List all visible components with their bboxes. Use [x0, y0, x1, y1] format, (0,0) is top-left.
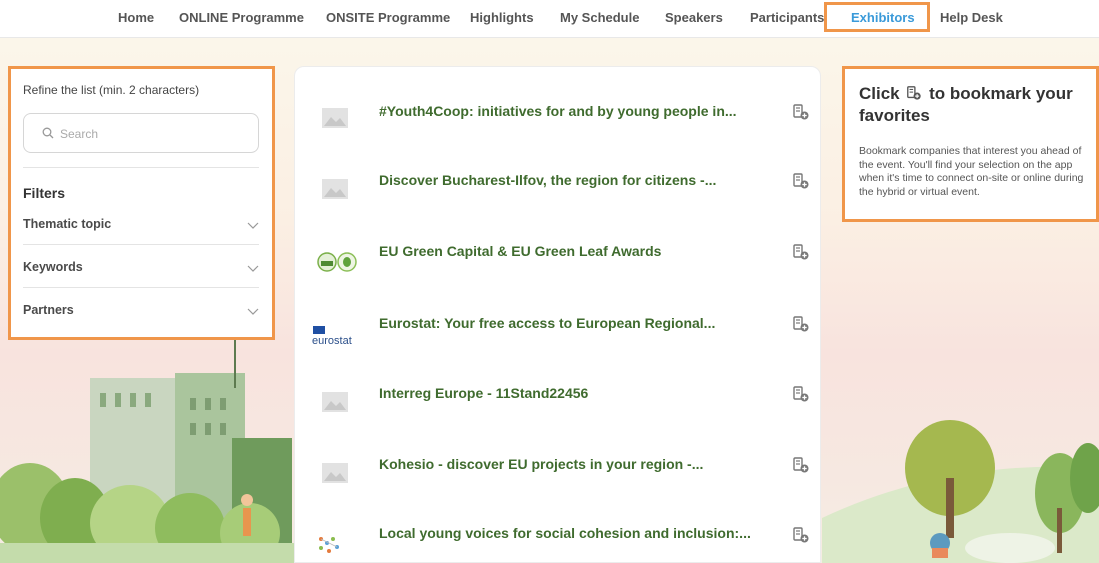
nav-speakers[interactable]: Speakers: [665, 10, 723, 25]
svg-text:eurostat: eurostat: [312, 335, 352, 347]
chevron-down-icon: [247, 308, 259, 315]
placeholder-image-icon: [322, 108, 348, 128]
bookmark-add-icon[interactable]: [792, 315, 810, 333]
list-item[interactable]: Local young voices for social cohesion a…: [295, 501, 822, 563]
filter-keywords[interactable]: Keywords: [23, 256, 259, 280]
exhibitor-title[interactable]: #Youth4Coop: initiatives for and by youn…: [379, 103, 759, 119]
bookmark-add-icon[interactable]: [792, 172, 810, 190]
active-tab-highlight: [824, 2, 930, 32]
tip-title-start: Click: [859, 84, 900, 103]
bookmark-add-icon: [907, 86, 922, 100]
filter-label: Keywords: [23, 260, 83, 274]
nav-home[interactable]: Home: [118, 10, 154, 25]
divider: [23, 167, 259, 168]
refine-label: Refine the list (min. 2 characters): [23, 83, 200, 97]
chevron-down-icon: [247, 222, 259, 229]
list-item[interactable]: Interreg Europe - 11Stand22456: [295, 359, 822, 429]
exhibitor-title[interactable]: Eurostat: Your free access to European R…: [379, 315, 759, 331]
list-item[interactable]: eurostat Eurostat: Your free access to E…: [295, 288, 822, 358]
divider: [23, 287, 259, 288]
divider: [23, 244, 259, 245]
top-navigation: Home ONLINE Programme ONSITE Programme H…: [0, 0, 1099, 38]
exhibitor-title[interactable]: Interreg Europe - 11Stand22456: [379, 385, 759, 401]
search-box[interactable]: [23, 113, 259, 153]
nav-onsite-programme[interactable]: ONSITE Programme: [326, 10, 450, 25]
filters-heading: Filters: [23, 185, 66, 201]
chevron-down-icon: [247, 265, 259, 272]
bookmark-add-icon[interactable]: [792, 456, 810, 474]
bookmark-add-icon[interactable]: [792, 385, 810, 403]
list-item[interactable]: EU Green Capital & EU Green Leaf Awards: [295, 217, 822, 287]
list-item[interactable]: Kohesio - discover EU projects in your r…: [295, 430, 822, 500]
exhibitor-title[interactable]: Discover Bucharest-Ilfov, the region for…: [379, 172, 759, 188]
filter-panel: Refine the list (min. 2 characters) Filt…: [8, 66, 275, 340]
bookmark-add-icon[interactable]: [792, 526, 810, 544]
tip-body: Bookmark companies that interest you ahe…: [859, 145, 1084, 198]
filter-thematic-topic[interactable]: Thematic topic: [23, 213, 259, 237]
filter-partners[interactable]: Partners: [23, 299, 259, 323]
placeholder-image-icon: [322, 179, 348, 199]
bookmark-tip: Click to bookmark your favorites Bookmar…: [842, 66, 1099, 222]
bookmark-add-icon[interactable]: [792, 243, 810, 261]
green-capital-logo: [317, 252, 357, 272]
tip-title: Click to bookmark your favorites: [859, 83, 1095, 127]
exhibitor-list: #Youth4Coop: initiatives for and by youn…: [294, 66, 821, 563]
exhibitor-title[interactable]: Kohesio - discover EU projects in your r…: [379, 456, 759, 472]
exhibitor-title[interactable]: EU Green Capital & EU Green Leaf Awards: [379, 243, 759, 259]
filter-label: Thematic topic: [23, 217, 112, 231]
network-dots-logo: [319, 537, 339, 553]
eurostat-logo: eurostat: [312, 326, 352, 347]
exhibitor-title[interactable]: Local young voices for social cohesion a…: [379, 525, 759, 541]
search-icon: [42, 127, 54, 139]
placeholder-image-icon: [322, 392, 348, 412]
list-item[interactable]: #Youth4Coop: initiatives for and by youn…: [295, 75, 822, 145]
nav-highlights[interactable]: Highlights: [470, 10, 534, 25]
placeholder-image-icon: [322, 463, 348, 483]
nav-online-programme[interactable]: ONLINE Programme: [179, 10, 304, 25]
bookmark-add-icon[interactable]: [792, 103, 810, 121]
nav-help-desk[interactable]: Help Desk: [940, 10, 1003, 25]
nav-my-schedule[interactable]: My Schedule: [560, 10, 639, 25]
list-item[interactable]: Discover Bucharest-Ilfov, the region for…: [295, 146, 822, 216]
nav-participants[interactable]: Participants: [750, 10, 824, 25]
filter-label: Partners: [23, 303, 74, 317]
search-input[interactable]: [60, 122, 250, 146]
